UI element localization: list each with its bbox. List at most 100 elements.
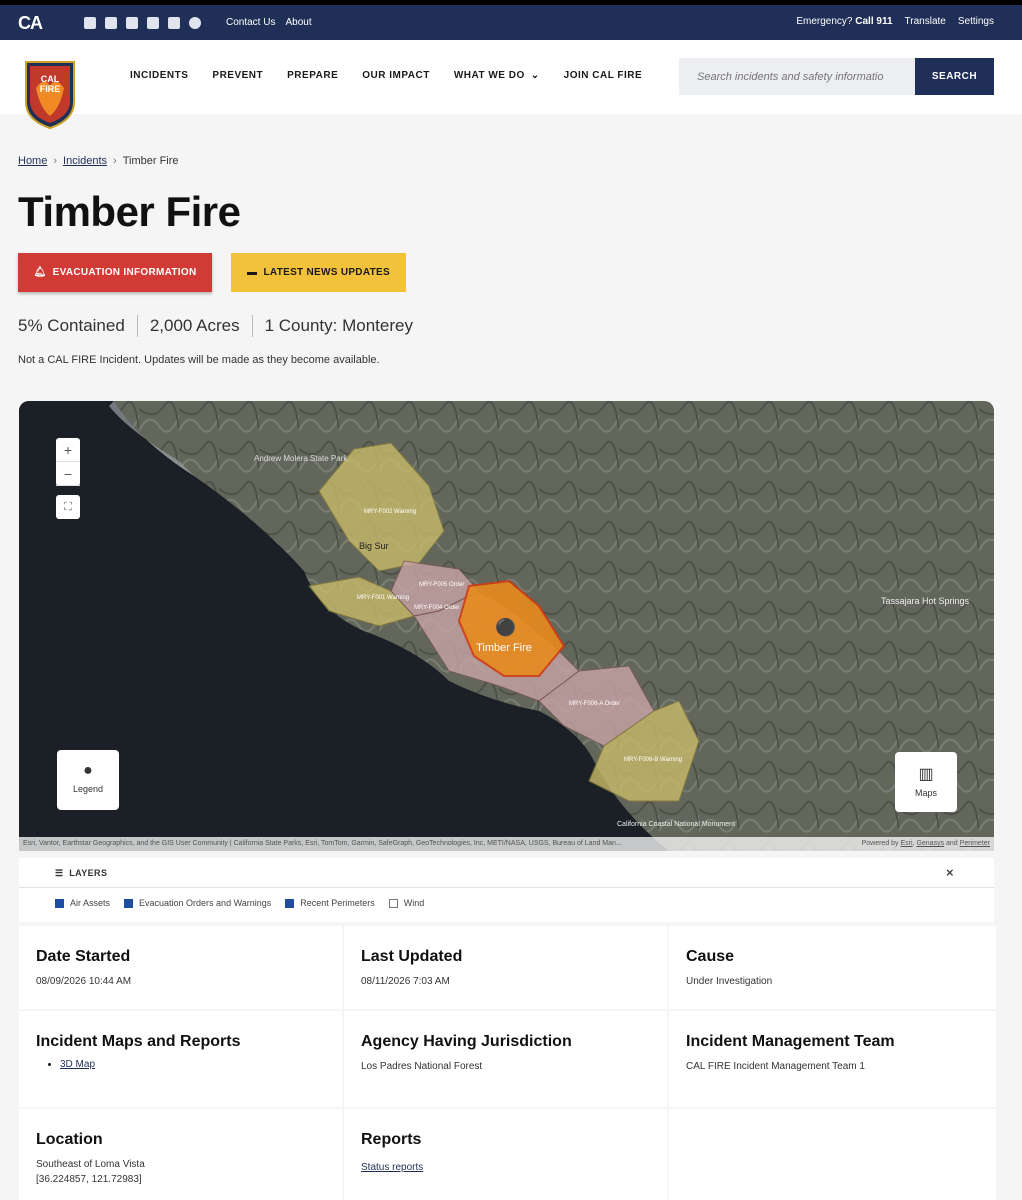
site-header: CAL FIRE INCIDENTS PREVENT PREPARE OUR I…	[0, 40, 1022, 130]
youtube-icon[interactable]	[126, 17, 138, 29]
powered-by: Powered by Esri, Genasys and Perimeter	[861, 840, 990, 847]
layer-wind[interactable]: Wind	[388, 898, 424, 909]
detail-value: Southeast of Loma Vista	[36, 1159, 145, 1170]
stat-divider	[136, 315, 138, 337]
nav-what-we-do-label: WHAT WE DO	[453, 70, 525, 81]
emergency-prefix: Emergency?	[796, 16, 853, 27]
map-label-monument: California Coastal National Monument	[617, 821, 735, 828]
layer-label: Air Assets	[70, 898, 111, 908]
detail-value: 08/09/2026 10:44 AM	[36, 976, 132, 987]
detail-heading: Cause	[686, 948, 735, 965]
layer-label: Recent Perimeters	[300, 898, 375, 908]
detail-last-updated: Last Updated 08/11/2026 7:03 AM	[344, 926, 667, 1009]
search-input[interactable]	[679, 58, 915, 95]
detail-heading: Last Updated	[361, 948, 463, 965]
zoom-in-button[interactable]: +	[56, 438, 80, 462]
nav-what-we-do[interactable]: WHAT WE DO ⌄	[454, 70, 540, 81]
layer-air-assets[interactable]: Air Assets	[55, 898, 111, 909]
search-button[interactable]: SEARCH	[915, 58, 994, 95]
incident-map[interactable]: ⚫ Andrew Molera State Park Big Sur Tassa…	[19, 401, 994, 851]
maps-label: Maps	[914, 788, 937, 798]
maps-button[interactable]: ▥ Maps	[895, 752, 957, 812]
chevron-down-icon: ⌄	[530, 70, 540, 81]
incident-stats: 5% Contained 2,000 Acres 1 County: Monte…	[18, 315, 413, 337]
nav-join-cal-fire[interactable]: JOIN CAL FIRE	[564, 70, 643, 81]
map-canvas[interactable]: ⚫ Andrew Molera State Park Big Sur Tassa…	[19, 401, 994, 851]
layer-perimeters[interactable]: Recent Perimeters	[285, 898, 375, 909]
detail-date-started: Date Started 08/09/2026 10:44 AM	[19, 926, 342, 1009]
checkbox-wind[interactable]	[388, 899, 398, 909]
layers-header[interactable]: ☰ LAYERS ×	[19, 858, 994, 888]
county-stat: 1 County: Monterey	[264, 316, 413, 335]
map-label-zone1: MRY-F002 Warning	[364, 509, 416, 515]
maps-list: 3D Map	[36, 1059, 325, 1070]
badge-text-cal: CAL	[41, 74, 60, 84]
breadcrumb: Home › Incidents › Timber Fire	[18, 155, 179, 167]
fullscreen-icon[interactable]: ⛶	[56, 495, 80, 519]
detail-heading: Reports	[361, 1131, 422, 1148]
3d-map-link[interactable]: 3D Map	[60, 1059, 95, 1070]
facebook-icon[interactable]	[105, 17, 117, 29]
emergency-call: Call 911	[855, 16, 893, 27]
detail-location: Location Southeast of Loma Vista [36.224…	[19, 1109, 342, 1200]
cal-fire-badge-logo[interactable]: CAL FIRE	[22, 58, 78, 130]
settings-link[interactable]: Settings	[958, 16, 994, 27]
detail-heading: Location	[36, 1131, 103, 1148]
contact-us-link[interactable]: Contact Us	[226, 17, 275, 28]
powered-by-label: Powered by	[861, 840, 899, 847]
detail-jurisdiction: Agency Having Jurisdiction Los Padres Na…	[344, 1011, 667, 1107]
status-reports-link[interactable]: Status reports	[361, 1162, 423, 1173]
detail-value: Under Investigation	[686, 976, 773, 987]
layer-label: Evacuation Orders and Warnings	[139, 898, 272, 908]
checkbox-perimeters[interactable]	[285, 899, 295, 909]
emergency-text[interactable]: Emergency? Call 911	[796, 16, 892, 27]
incident-notice: Not a CAL FIRE Incident. Updates will be…	[18, 354, 380, 366]
zoom-out-button[interactable]: −	[56, 462, 80, 486]
threads-icon[interactable]	[189, 17, 201, 29]
legend-label: Legend	[72, 784, 104, 794]
flickr-icon[interactable]	[147, 17, 159, 29]
attribution-text: Esri, Vantor, Earthstar Geographics, and…	[23, 840, 622, 847]
top-utility-bar: CA Contact Us About Emergency? Call 911 …	[0, 0, 1022, 40]
map-label-zone6: MRY-F008-B Warning	[624, 757, 682, 763]
breadcrumb-current: Timber Fire	[122, 155, 179, 167]
genasys-link[interactable]: Genasys	[916, 840, 944, 847]
evacuation-button-label: EVACUATION INFORMATION	[52, 267, 197, 278]
translate-link[interactable]: Translate	[905, 16, 946, 27]
layer-evacuation[interactable]: Evacuation Orders and Warnings	[124, 898, 272, 909]
esri-link[interactable]: Esri	[901, 840, 913, 847]
detail-value: Los Padres National Forest	[361, 1061, 483, 1072]
breadcrumb-incidents[interactable]: Incidents	[63, 155, 107, 167]
perimeter-link[interactable]: Perimeter	[960, 840, 990, 847]
checkbox-evacuation[interactable]	[124, 899, 134, 909]
legend-button[interactable]: ● Legend	[57, 750, 119, 810]
instagram-icon[interactable]	[84, 17, 96, 29]
zoom-controls: + −	[56, 438, 80, 486]
ca-gov-logo[interactable]: CA	[18, 13, 43, 34]
breadcrumb-home[interactable]: Home	[18, 155, 47, 167]
nav-prepare[interactable]: PREPARE	[287, 70, 338, 81]
evacuation-information-button[interactable]: 🔔︎ EVACUATION INFORMATION	[18, 253, 212, 292]
detail-management-team: Incident Management Team CAL FIRE Incide…	[669, 1011, 996, 1107]
page-title: Timber Fire	[18, 188, 241, 235]
map-label-town: Big Sur	[359, 541, 389, 551]
latest-news-button[interactable]: ▬ LATEST NEWS UPDATES	[231, 253, 406, 292]
social-links	[84, 17, 201, 29]
nav-incidents[interactable]: INCIDENTS	[130, 70, 188, 81]
newspaper-icon: ▬	[247, 267, 258, 278]
about-link[interactable]: About	[285, 17, 311, 28]
layer-options: Air Assets Evacuation Orders and Warning…	[19, 888, 994, 909]
map-label-zone4: MRY-F004 Order	[414, 605, 459, 611]
map-label-zone5: MRY-F006-A Order	[569, 701, 620, 707]
x-twitter-icon[interactable]	[168, 17, 180, 29]
fire-icon[interactable]: ⚫	[495, 617, 516, 637]
nav-our-impact[interactable]: OUR IMPACT	[362, 70, 430, 81]
map-label-zone3: MRY-F005 Order	[419, 582, 464, 588]
close-icon[interactable]: ×	[946, 865, 954, 880]
checkbox-air-assets[interactable]	[55, 899, 64, 909]
map-label-fire: Timber Fire	[476, 642, 532, 654]
detail-heading: Incident Management Team	[686, 1033, 895, 1050]
detail-value: CAL FIRE Incident Management Team 1	[686, 1061, 865, 1072]
nav-prevent[interactable]: PREVENT	[212, 70, 263, 81]
detail-cause: Cause Under Investigation	[669, 926, 996, 1009]
